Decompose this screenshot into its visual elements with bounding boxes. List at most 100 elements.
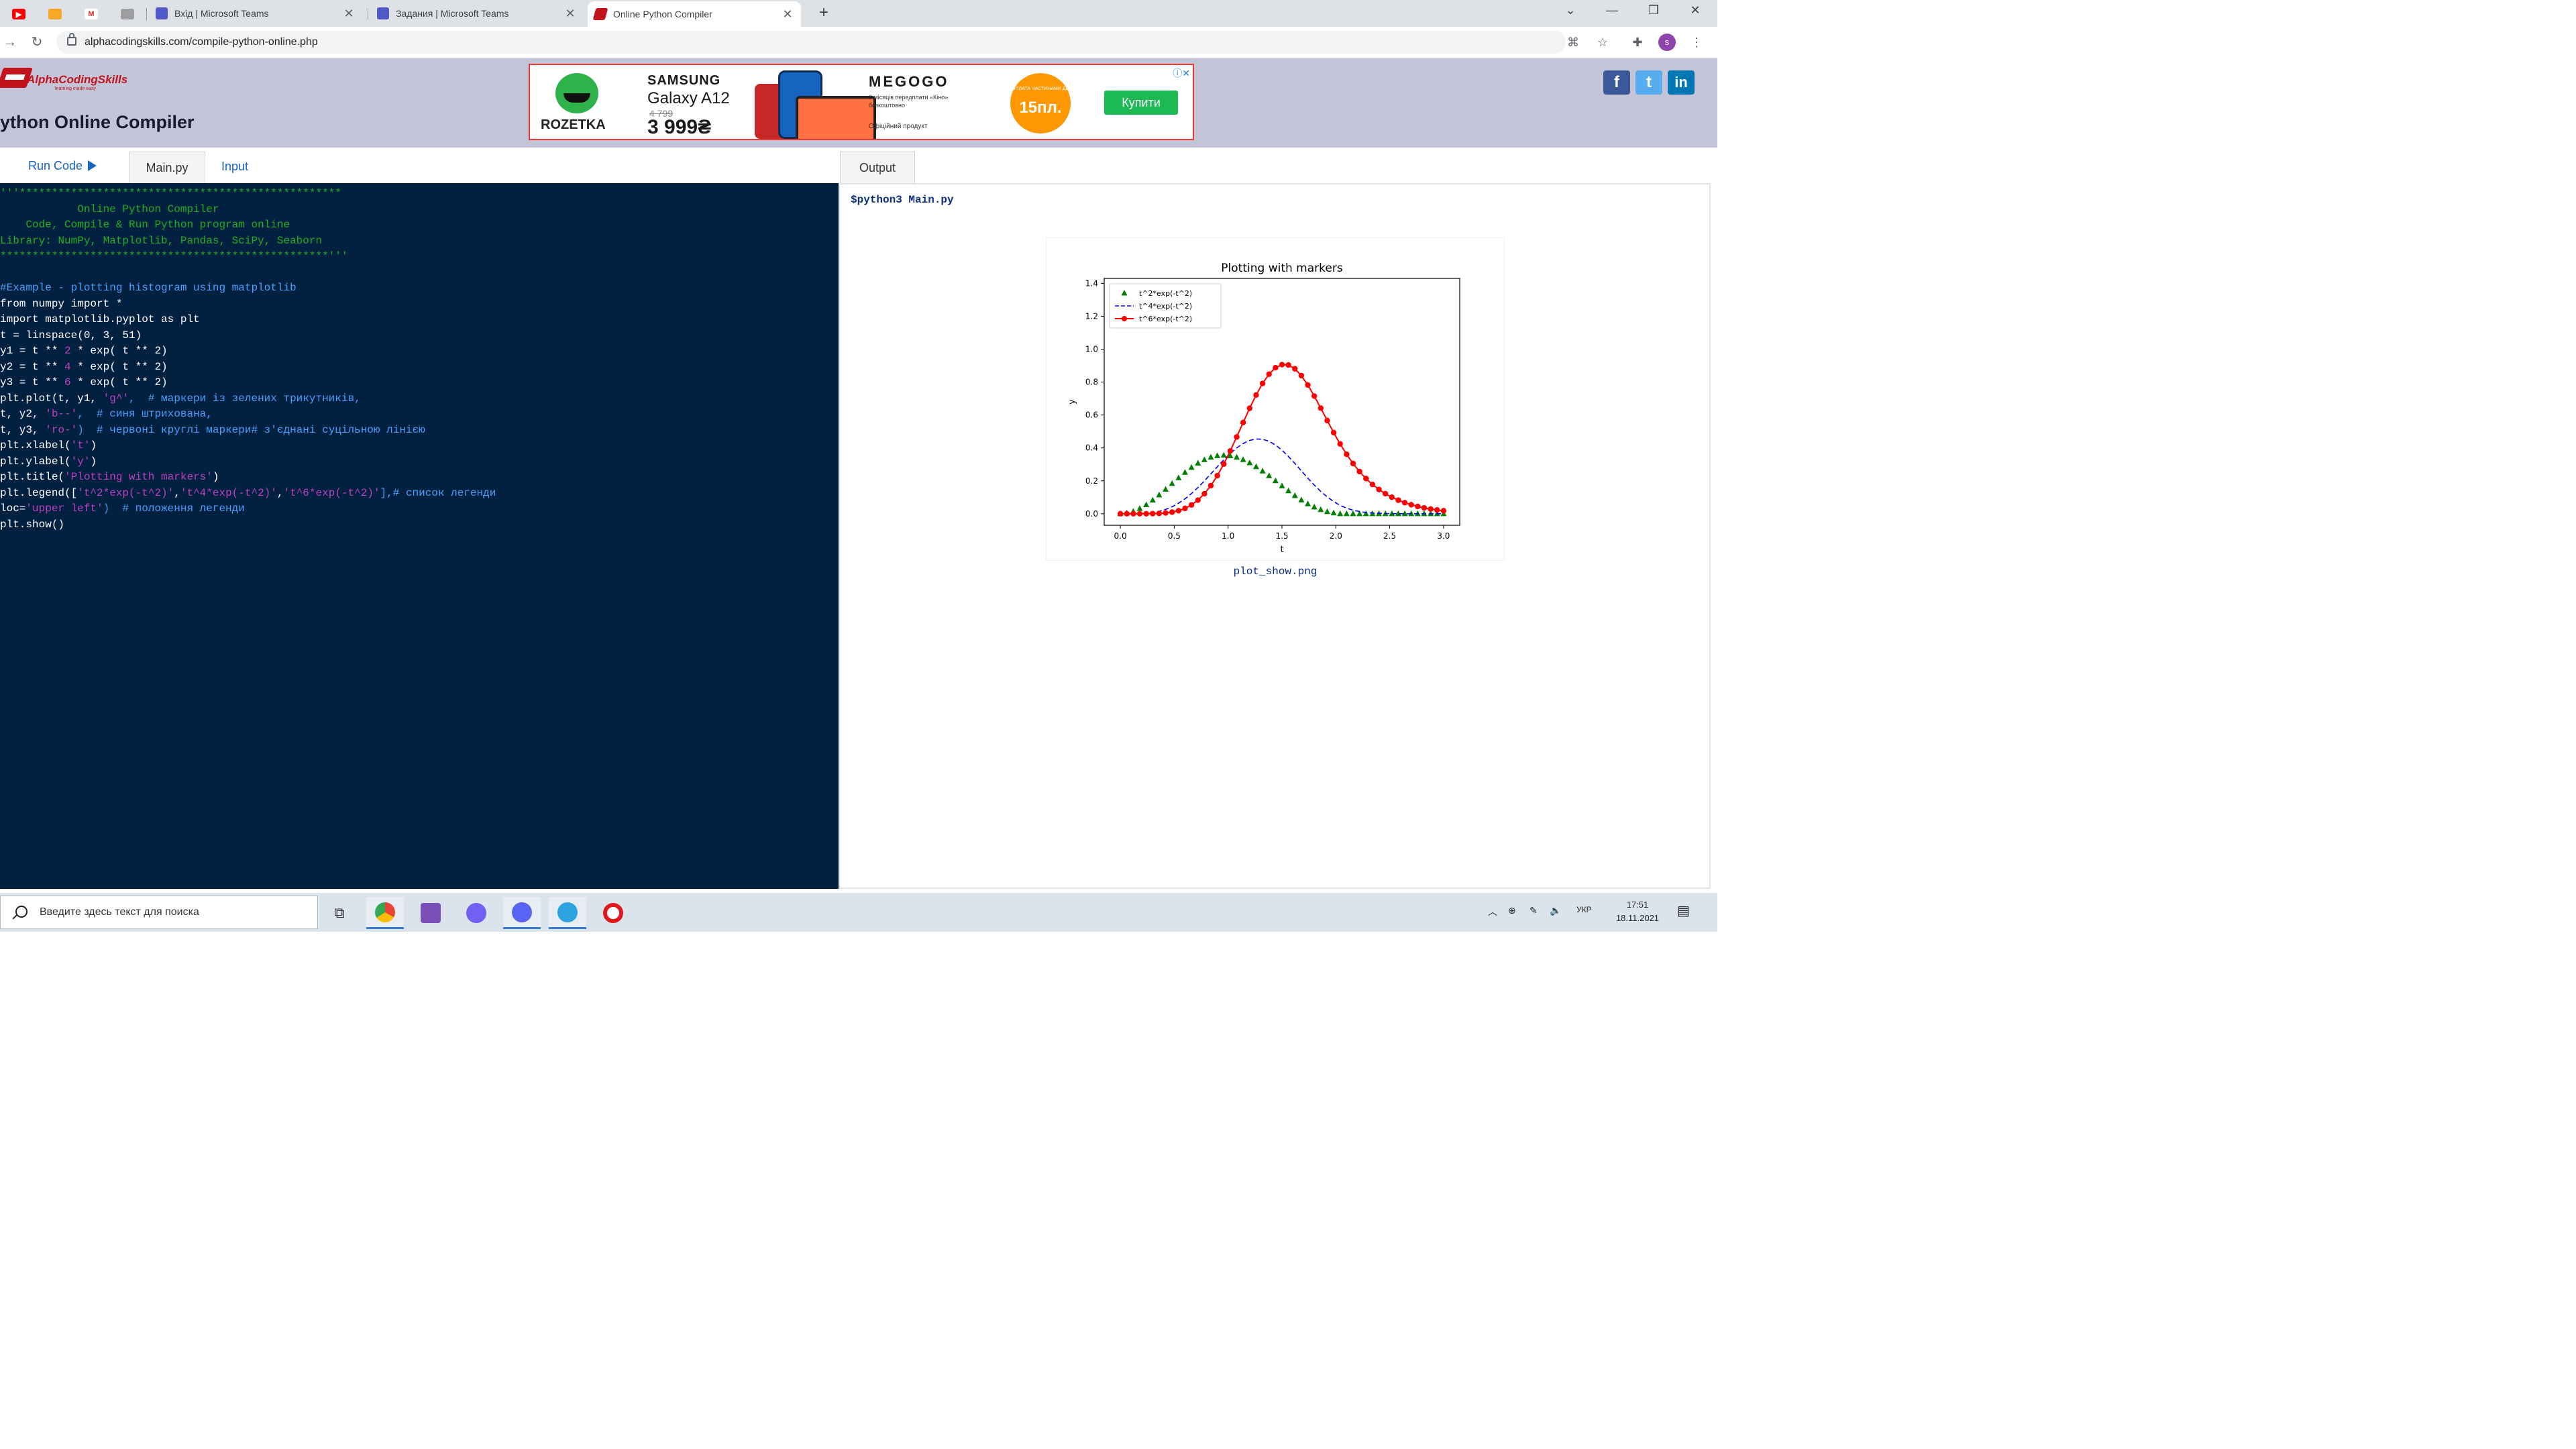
code-line: t = linspace(0, 3, 51) [0, 328, 496, 344]
code-line: plt.ylabel('y') [0, 454, 496, 470]
code-line: ****************************************… [0, 249, 496, 265]
taskbar-search[interactable]: Введите здесь текст для поиска [0, 896, 318, 929]
data-point-series-3 [1240, 419, 1246, 425]
youtube-pinned-tab[interactable]: ▶ [7, 4, 31, 24]
language-indicator[interactable]: УКР [1576, 905, 1592, 914]
show-hidden-icons[interactable]: ︿ [1488, 905, 1497, 918]
ad-buy-button[interactable]: Купити [1104, 91, 1178, 115]
address-bar[interactable]: alphacodingskills.com/compile-python-onl… [56, 31, 1566, 54]
plot-image: Plotting with markers t y 0.0 0.5 1.0 1.5 2.0 2.… [1046, 238, 1504, 560]
reload-icon[interactable]: ↻ [27, 32, 47, 52]
opera-taskbar-button[interactable] [594, 897, 632, 929]
code-token: * exp( t ** 2) [70, 360, 168, 373]
search-placeholder: Введите здесь текст для поиска [40, 906, 199, 918]
code-editor[interactable]: '''*************************************… [0, 183, 839, 889]
system-clock[interactable]: 17:51 18.11.2021 [1607, 898, 1668, 925]
close-window-icon[interactable]: ✕ [1674, 0, 1716, 21]
bookmark-star-icon[interactable]: ☆ [1594, 34, 1611, 51]
facebook-icon[interactable]: f [1603, 70, 1630, 95]
installment-badge: ОПЛАТА ЧАСТИНАМИ ДО 15пл. [1010, 73, 1071, 133]
translate-icon[interactable]: ⌘ [1564, 34, 1582, 51]
output-panel: $python3 Main.py Plotting with markers t y… [839, 183, 1711, 889]
gmail-pinned-tab[interactable]: M [79, 4, 103, 24]
data-point-series-3 [1363, 476, 1369, 482]
tab-teams-login[interactable]: Вхід | Microsoft Teams ✕ [149, 1, 362, 25]
teams-icon [377, 7, 389, 19]
twitter-icon[interactable]: t [1635, 70, 1662, 95]
visual-studio-icon [421, 903, 441, 923]
classroom-pinned-tab[interactable] [43, 4, 67, 24]
data-point-series-3 [1124, 511, 1130, 517]
code-token: Code, Compile & Run Python program onlin… [0, 219, 290, 231]
ad-close-icon[interactable]: ⓘ✕ [1173, 66, 1190, 80]
linkedin-icon[interactable]: in [1668, 70, 1695, 95]
x-tick-label: 1.5 [1275, 531, 1288, 541]
task-view-button[interactable]: ⧉ [321, 897, 358, 929]
code-line: Online Python Compiler [0, 202, 496, 218]
close-tab-icon[interactable]: ✕ [564, 7, 577, 21]
back-icon[interactable]: → [0, 32, 20, 52]
telegram-taskbar-button[interactable] [549, 897, 586, 929]
clock-time: 17:51 [1626, 900, 1649, 910]
code-line: y1 = t ** 2 * exp( t ** 2) [0, 343, 496, 360]
tab-separator [146, 8, 147, 20]
data-point-series-3 [1279, 362, 1285, 368]
docs-pinned-tab[interactable] [115, 4, 140, 24]
data-point-series-3 [1389, 494, 1395, 500]
viber-taskbar-button[interactable] [458, 897, 495, 929]
chrome-icon [375, 902, 395, 922]
x-tick-label: 3.0 [1437, 531, 1450, 541]
tab-input[interactable]: Input [221, 160, 248, 174]
notifications-icon[interactable]: ▤ [1677, 902, 1690, 919]
code-token: 'y' [70, 455, 91, 468]
data-point-series-3 [1401, 500, 1408, 506]
tab-main-py[interactable]: Main.py [129, 152, 205, 183]
data-point-series-3 [1227, 448, 1234, 454]
close-tab-icon[interactable]: ✕ [781, 7, 794, 21]
logo-tagline: learning made easy [55, 87, 97, 91]
code-token: ) # червоні круглі маркери# з'єднані суц… [77, 423, 425, 436]
advertisement-banner[interactable]: ⓘ✕ ROZETKA SAMSUNG Galaxy A12 4 799 3 99… [529, 64, 1194, 140]
ad-official: Офіційний продукт [869, 123, 928, 130]
data-point-series-3 [1175, 508, 1182, 514]
chrome-taskbar-button[interactable] [366, 897, 404, 929]
close-tab-icon[interactable]: ✕ [342, 7, 356, 21]
minimize-icon[interactable]: — [1591, 0, 1633, 21]
profile-avatar[interactable]: s [1658, 34, 1676, 51]
visual-studio-taskbar-button[interactable] [412, 897, 449, 929]
code-token: 't^6*exp(-t^2)' [283, 486, 380, 499]
run-code-button[interactable]: Run Code [28, 157, 97, 174]
data-point-series-3 [1440, 508, 1447, 514]
output-tabs: Output [839, 148, 1717, 183]
ad-service-desc: 6 місяців передплати «Кіно» безкоштовно [869, 94, 949, 109]
site-logo[interactable]: AlphaCodingSkills learning made easy [0, 65, 134, 96]
tab-search-icon[interactable]: ⌄ [1550, 0, 1591, 21]
code-token: t, y3, [0, 423, 46, 436]
code-token: , # маркери із зелених трикутників, [129, 392, 361, 405]
code-token: loc= [0, 502, 26, 515]
menu-icon[interactable]: ⋮ [1688, 34, 1705, 51]
tab-output[interactable]: Output [840, 152, 915, 183]
new-tab-button[interactable]: + [814, 4, 833, 23]
tab-python-compiler[interactable]: Online Python Compiler ✕ [588, 1, 801, 27]
code-token: from numpy import * [0, 297, 123, 310]
code-token: 'upper left' [25, 502, 103, 515]
alphacodingskills-icon [592, 8, 608, 20]
code-token: * exp( t ** 2) [70, 345, 168, 357]
data-point-series-3 [1130, 511, 1136, 517]
code-token: 'Plotting with markers' [64, 471, 213, 483]
volume-icon[interactable]: 🔈 [1550, 905, 1561, 916]
discord-taskbar-button[interactable] [503, 897, 541, 929]
document-icon [121, 9, 134, 19]
restore-icon[interactable]: ❐ [1633, 0, 1674, 21]
tab-teams-assignments[interactable]: Задания | Microsoft Teams ✕ [370, 1, 584, 25]
gmail-icon: M [85, 9, 98, 19]
tv-image [796, 96, 876, 139]
pen-icon[interactable]: ✎ [1529, 905, 1538, 916]
extensions-icon[interactable]: ✚ [1629, 34, 1646, 51]
code-token: Online Python Compiler [0, 203, 219, 215]
youtube-icon: ▶ [12, 9, 25, 19]
data-point-series-3 [1188, 502, 1195, 508]
network-icon[interactable]: ⊕ [1508, 905, 1516, 916]
code-line: '''*************************************… [0, 186, 496, 202]
